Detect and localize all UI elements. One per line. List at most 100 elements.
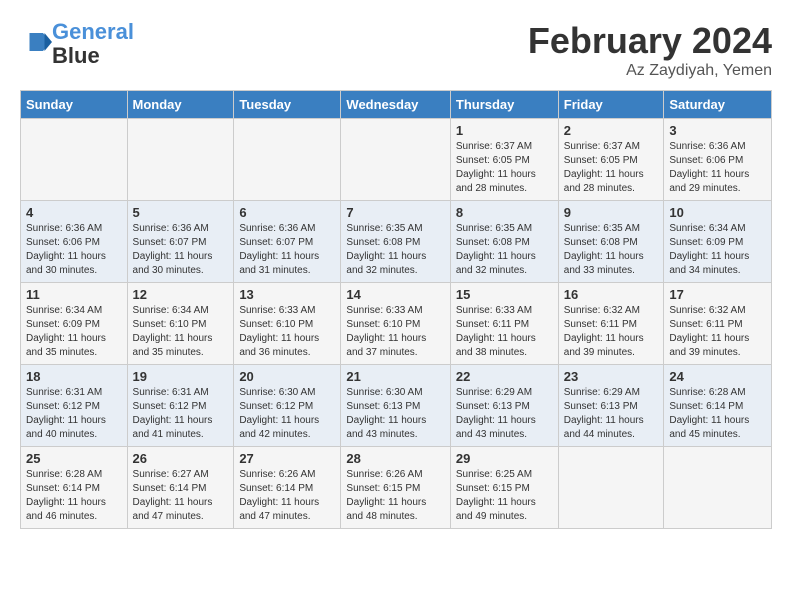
logo: General Blue — [20, 20, 134, 68]
day-info: Sunrise: 6:36 AM Sunset: 6:06 PM Dayligh… — [26, 222, 122, 278]
day-cell: 6Sunrise: 6:36 AM Sunset: 6:07 PM Daylig… — [234, 201, 341, 283]
day-cell: 27 Sunrise: 6:26 AM Sunset: 6:14 PM Dayli… — [234, 447, 341, 529]
day-info: Sunrise: 6:33 AM Sunset: 6:10 PM Dayligh… — [239, 304, 335, 360]
day-cell: 5 Sunrise: 6:36 AM Sunset: 6:07 PM Daylig… — [127, 201, 234, 283]
day-number: 7 — [346, 205, 444, 220]
location-title: Az Zaydiyah, Yemen — [528, 62, 772, 80]
day-cell: 18Sunrise: 6:31 AM Sunset: 6:12 PM Dayli… — [21, 365, 128, 447]
day-cell: 7 Sunrise: 6:35 AM Sunset: 6:08 PM Daylig… — [341, 201, 450, 283]
day-cell: 24Sunrise: 6:28 AM Sunset: 6:14 PM Dayli… — [664, 365, 772, 447]
day-cell: 23 Sunrise: 6:29 AM Sunset: 6:13 PM Dayli… — [558, 365, 664, 447]
day-info: Sunrise: 6:28 AM Sunset: 6:14 PM Dayligh… — [26, 468, 122, 524]
day-cell: 1 Sunrise: 6:37 AM Sunset: 6:05 PM Daylig… — [450, 119, 558, 201]
day-info: Sunrise: 6:28 AM Sunset: 6:14 PM Dayligh… — [669, 386, 766, 442]
day-cell — [21, 119, 128, 201]
day-number: 11 — [26, 287, 122, 302]
day-info: Sunrise: 6:34 AM Sunset: 6:09 PM Dayligh… — [669, 222, 766, 278]
day-cell: 2 Sunrise: 6:37 AM Sunset: 6:05 PM Daylig… — [558, 119, 664, 201]
day-cell: 9 Sunrise: 6:35 AM Sunset: 6:08 PM Daylig… — [558, 201, 664, 283]
day-info: Sunrise: 6:35 AM Sunset: 6:08 PM Dayligh… — [564, 222, 659, 278]
day-cell: 26 Sunrise: 6:27 AM Sunset: 6:14 PM Dayli… — [127, 447, 234, 529]
day-cell: 16 Sunrise: 6:32 AM Sunset: 6:11 PM Dayli… — [558, 283, 664, 365]
title-block: February 2024 Az Zaydiyah, Yemen — [528, 20, 772, 80]
day-cell: 13 Sunrise: 6:33 AM Sunset: 6:10 PM Dayli… — [234, 283, 341, 365]
day-info: Sunrise: 6:31 AM Sunset: 6:12 PM Dayligh… — [133, 386, 229, 442]
header-cell-friday: Friday — [558, 91, 664, 119]
page-header: General Blue February 2024 Az Zaydiyah, … — [20, 20, 772, 80]
day-number: 26 — [133, 451, 229, 466]
day-cell: 21 Sunrise: 6:30 AM Sunset: 6:13 PM Dayli… — [341, 365, 450, 447]
day-info: Sunrise: 6:29 AM Sunset: 6:13 PM Dayligh… — [564, 386, 659, 442]
week-row-2: 4 Sunrise: 6:36 AM Sunset: 6:06 PM Daylig… — [21, 201, 772, 283]
day-info: Sunrise: 6:37 AM Sunset: 6:05 PM Dayligh… — [456, 140, 553, 196]
day-number: 15 — [456, 287, 553, 302]
day-info: Sunrise: 6:36 AM Sunset: 6:06 PM Dayligh… — [669, 140, 766, 196]
day-cell: 8 Sunrise: 6:35 AM Sunset: 6:08 PM Daylig… — [450, 201, 558, 283]
day-number: 12 — [133, 287, 229, 302]
day-info: Sunrise: 6:26 AM Sunset: 6:14 PM Dayligh… — [239, 468, 335, 524]
day-cell: 28Sunrise: 6:26 AM Sunset: 6:15 PM Dayli… — [341, 447, 450, 529]
day-number: 14 — [346, 287, 444, 302]
day-number: 27 — [239, 451, 335, 466]
day-cell: 10 Sunrise: 6:34 AM Sunset: 6:09 PM Dayli… — [664, 201, 772, 283]
header-cell-sunday: Sunday — [21, 91, 128, 119]
day-info: Sunrise: 6:25 AM Sunset: 6:15 PM Dayligh… — [456, 468, 553, 524]
day-number: 29 — [456, 451, 553, 466]
day-cell: 12 Sunrise: 6:34 AM Sunset: 6:10 PM Dayli… — [127, 283, 234, 365]
header-cell-saturday: Saturday — [664, 91, 772, 119]
logo-icon — [22, 27, 52, 57]
day-cell: 11 Sunrise: 6:34 AM Sunset: 6:09 PM Dayli… — [21, 283, 128, 365]
day-number: 16 — [564, 287, 659, 302]
day-number: 21 — [346, 369, 444, 384]
day-info: Sunrise: 6:35 AM Sunset: 6:08 PM Dayligh… — [346, 222, 444, 278]
day-number: 13 — [239, 287, 335, 302]
day-number: 25 — [26, 451, 122, 466]
day-cell: 15 Sunrise: 6:33 AM Sunset: 6:11 PM Dayli… — [450, 283, 558, 365]
day-info: Sunrise: 6:33 AM Sunset: 6:10 PM Dayligh… — [346, 304, 444, 360]
day-cell: 14 Sunrise: 6:33 AM Sunset: 6:10 PM Dayli… — [341, 283, 450, 365]
day-cell: 3 Sunrise: 6:36 AM Sunset: 6:06 PM Daylig… — [664, 119, 772, 201]
day-cell: 4 Sunrise: 6:36 AM Sunset: 6:06 PM Daylig… — [21, 201, 128, 283]
day-info: Sunrise: 6:27 AM Sunset: 6:14 PM Dayligh… — [133, 468, 229, 524]
day-info: Sunrise: 6:26 AM Sunset: 6:15 PM Dayligh… — [346, 468, 444, 524]
day-info: Sunrise: 6:35 AM Sunset: 6:08 PM Dayligh… — [456, 222, 553, 278]
day-number: 23 — [564, 369, 659, 384]
day-cell: 17Sunrise: 6:32 AM Sunset: 6:11 PM Dayli… — [664, 283, 772, 365]
day-number: 18 — [26, 369, 122, 384]
week-row-1: 1 Sunrise: 6:37 AM Sunset: 6:05 PM Daylig… — [21, 119, 772, 201]
day-number: 20 — [239, 369, 335, 384]
day-cell: 19 Sunrise: 6:31 AM Sunset: 6:12 PM Dayli… — [127, 365, 234, 447]
day-number: 1 — [456, 123, 553, 138]
day-cell: 22Sunrise: 6:29 AM Sunset: 6:13 PM Dayli… — [450, 365, 558, 447]
day-info: Sunrise: 6:37 AM Sunset: 6:05 PM Dayligh… — [564, 140, 659, 196]
day-info: Sunrise: 6:33 AM Sunset: 6:11 PM Dayligh… — [456, 304, 553, 360]
day-info: Sunrise: 6:36 AM Sunset: 6:07 PM Dayligh… — [239, 222, 335, 278]
day-info: Sunrise: 6:30 AM Sunset: 6:13 PM Dayligh… — [346, 386, 444, 442]
day-info: Sunrise: 6:34 AM Sunset: 6:09 PM Dayligh… — [26, 304, 122, 360]
day-info: Sunrise: 6:32 AM Sunset: 6:11 PM Dayligh… — [669, 304, 766, 360]
day-number: 10 — [669, 205, 766, 220]
week-row-3: 11 Sunrise: 6:34 AM Sunset: 6:09 PM Dayli… — [21, 283, 772, 365]
day-info: Sunrise: 6:30 AM Sunset: 6:12 PM Dayligh… — [239, 386, 335, 442]
day-info: Sunrise: 6:29 AM Sunset: 6:13 PM Dayligh… — [456, 386, 553, 442]
day-number: 5 — [133, 205, 229, 220]
day-cell — [558, 447, 664, 529]
header-cell-monday: Monday — [127, 91, 234, 119]
day-number: 9 — [564, 205, 659, 220]
day-number: 2 — [564, 123, 659, 138]
day-number: 3 — [669, 123, 766, 138]
day-cell — [234, 119, 341, 201]
day-cell: 29 Sunrise: 6:25 AM Sunset: 6:15 PM Dayli… — [450, 447, 558, 529]
week-row-4: 18 Sunrise: 6:31 AM Sunset: 6:12 PM Dayli… — [21, 365, 772, 447]
month-title: February 2024 — [528, 20, 772, 62]
header-cell-thursday: Thursday — [450, 91, 558, 119]
header-cell-tuesday: Tuesday — [234, 91, 341, 119]
day-info: Sunrise: 6:36 AM Sunset: 6:07 PM Dayligh… — [133, 222, 229, 278]
day-number: 4 — [26, 205, 122, 220]
logo-text: General Blue — [52, 20, 134, 68]
day-number: 8 — [456, 205, 553, 220]
day-info: Sunrise: 6:34 AM Sunset: 6:10 PM Dayligh… — [133, 304, 229, 360]
day-number: 19 — [133, 369, 229, 384]
day-cell: 20 Sunrise: 6:30 AM Sunset: 6:12 PM Dayli… — [234, 365, 341, 447]
day-info: Sunrise: 6:32 AM Sunset: 6:11 PM Dayligh… — [564, 304, 659, 360]
